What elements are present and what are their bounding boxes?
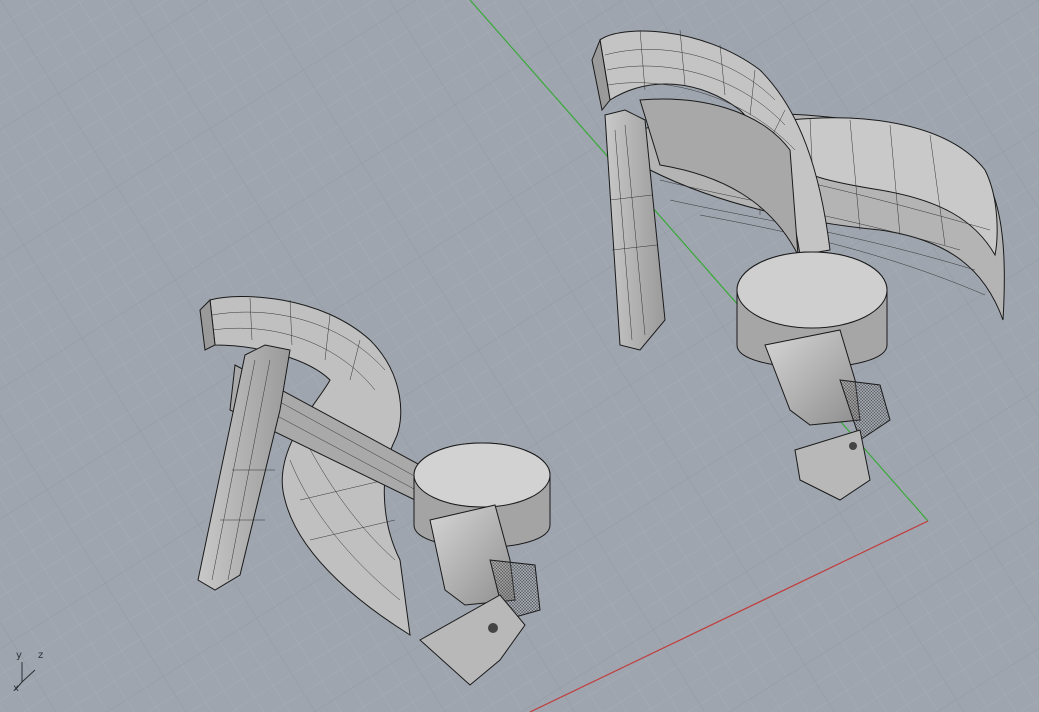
axis-label-x: x — [13, 683, 19, 694]
viewport-canvas[interactable] — [0, 0, 1039, 712]
axis-label-z: z — [38, 650, 44, 661]
axis-label-y: y — [16, 650, 22, 661]
perspective-viewport[interactable]: y z x — [0, 0, 1039, 712]
